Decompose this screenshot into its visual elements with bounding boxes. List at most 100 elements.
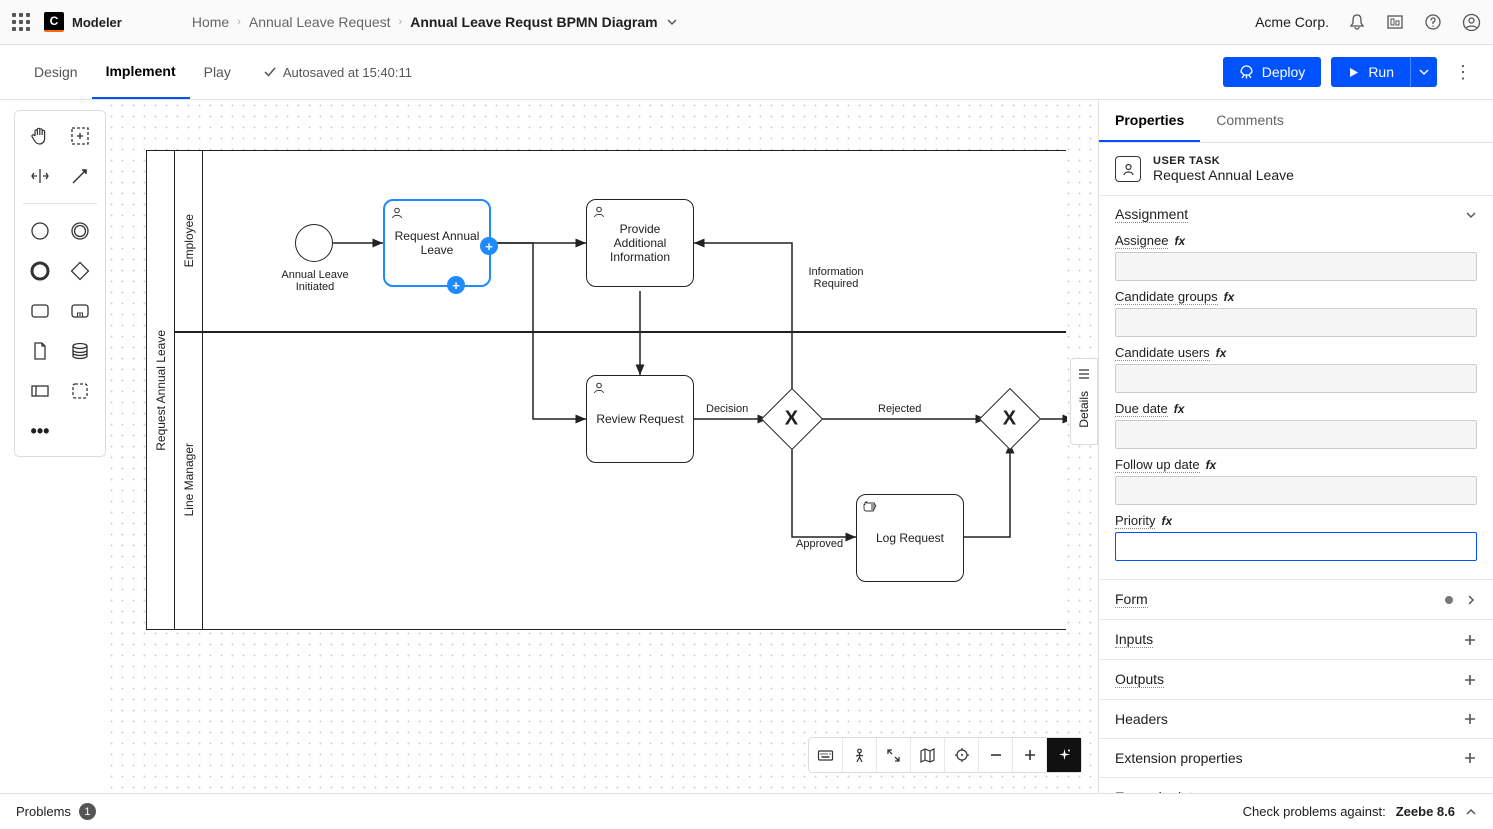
breadcrumb-current[interactable]: Annual Leave Requst BPMN Diagram (410, 14, 657, 30)
section-assignment-header[interactable]: Assignment (1099, 196, 1493, 233)
run-button[interactable]: Run (1331, 57, 1410, 87)
chevron-down-icon[interactable] (666, 16, 678, 28)
keyboard-icon[interactable] (809, 738, 843, 772)
edge-rejected: Rejected (878, 403, 921, 415)
breadcrumb-project[interactable]: Annual Leave Request (249, 14, 391, 30)
data-object-icon[interactable] (23, 334, 57, 368)
group-icon[interactable] (63, 374, 97, 408)
section-inputs[interactable]: Inputs (1099, 619, 1493, 659)
canvas[interactable]: Request Annual Leave Employee Line Manag… (106, 100, 1098, 793)
start-event[interactable] (295, 224, 333, 262)
task-provide-info[interactable]: Provide Additional Information (586, 199, 694, 287)
follow-up-input[interactable] (1115, 476, 1477, 505)
task-review-request[interactable]: Review Request (586, 375, 694, 463)
edge-info-required: Information Required (801, 266, 871, 290)
candidate-users-input[interactable] (1115, 364, 1477, 393)
candidate-groups-input[interactable] (1115, 308, 1477, 337)
append-handle-right[interactable]: + (480, 237, 498, 255)
properties-tab[interactable]: Properties (1099, 100, 1200, 142)
fullscreen-icon[interactable] (877, 738, 911, 772)
engine-version-selector[interactable]: Check problems against: Zeebe 8.6 (1243, 804, 1477, 819)
section-extension[interactable]: Extension properties (1099, 738, 1493, 777)
feedback-icon[interactable] (1385, 12, 1405, 32)
pool-label[interactable]: Request Annual Leave (147, 151, 175, 629)
task-log-request[interactable]: Log Request (856, 494, 964, 582)
section-outputs[interactable]: Outputs (1099, 659, 1493, 699)
problems-count-badge: 1 (79, 803, 96, 820)
plus-icon[interactable] (1463, 633, 1477, 647)
tab-implement[interactable]: Implement (92, 45, 190, 99)
org-name[interactable]: Acme Corp. (1255, 14, 1329, 30)
apps-grid-icon[interactable] (12, 13, 30, 31)
user-task-icon (592, 205, 606, 219)
dot-indicator-icon (1445, 596, 1453, 604)
task-icon[interactable] (23, 294, 57, 328)
zoom-in-icon[interactable] (1013, 738, 1047, 772)
app-name: Modeler (72, 15, 122, 30)
deploy-button[interactable]: Deploy (1223, 57, 1322, 87)
lane-employee[interactable]: Employee (175, 151, 203, 331)
task-request-leave[interactable]: Request Annual Leave + + (383, 199, 491, 287)
element-type-icon (1115, 156, 1141, 182)
comments-tab[interactable]: Comments (1200, 100, 1300, 142)
zoom-out-icon[interactable] (979, 738, 1013, 772)
minimap-icon[interactable] (911, 738, 945, 772)
properties-panel: Properties Comments USER TASK Request An… (1098, 100, 1493, 793)
hand-tool-icon[interactable] (23, 119, 57, 153)
pool-icon[interactable] (23, 374, 57, 408)
fit-viewport-icon[interactable] (945, 738, 979, 772)
tab-design[interactable]: Design (20, 45, 92, 99)
plus-icon[interactable] (1463, 673, 1477, 687)
more-shapes-icon[interactable]: ••• (23, 414, 57, 448)
lane-manager[interactable]: Line Manager (175, 331, 203, 629)
plus-icon[interactable] (1463, 712, 1477, 726)
more-menu-icon[interactable]: ⋮ (1453, 62, 1473, 83)
chevron-down-icon (1465, 791, 1477, 793)
priority-input[interactable] (1115, 532, 1477, 561)
end-event-icon[interactable] (23, 254, 57, 288)
bpmn-diagram: Request Annual Leave Employee Line Manag… (146, 150, 1066, 630)
user-task-icon (592, 381, 606, 395)
user-avatar-icon[interactable] (1461, 12, 1481, 32)
gateway-icon[interactable] (63, 254, 97, 288)
rocket-icon (1239, 65, 1254, 80)
breadcrumb-home[interactable]: Home (192, 14, 229, 30)
due-date-input[interactable] (1115, 420, 1477, 449)
user-task-icon (390, 206, 404, 220)
space-tool-icon[interactable] (23, 159, 57, 193)
element-type-label: USER TASK (1153, 155, 1294, 167)
help-icon[interactable] (1423, 12, 1443, 32)
tab-play[interactable]: Play (190, 45, 245, 99)
intermediate-event-icon[interactable] (63, 214, 97, 248)
ai-assist-icon[interactable] (1047, 738, 1081, 772)
start-event-icon[interactable] (23, 214, 57, 248)
start-event-label: Annual Leave Initiated (275, 269, 355, 293)
edge-decision: Decision (706, 403, 748, 415)
section-headers[interactable]: Headers (1099, 699, 1493, 738)
edge-approved: Approved (796, 538, 843, 550)
chevron-right-icon (1465, 594, 1477, 606)
chevron-down-icon (1419, 67, 1429, 77)
section-form[interactable]: Form (1099, 579, 1493, 619)
brand-logo[interactable]: C (44, 12, 64, 32)
autosave-status: Autosaved at 15:40:11 (263, 65, 412, 80)
manual-task-icon (862, 500, 878, 514)
section-example-data[interactable]: Example data (1099, 777, 1493, 793)
data-store-icon[interactable] (63, 334, 97, 368)
run-dropdown-button[interactable] (1410, 57, 1437, 87)
plus-icon[interactable] (1463, 751, 1477, 765)
element-name: Request Annual Leave (1153, 167, 1294, 183)
assignee-input[interactable] (1115, 252, 1477, 281)
breadcrumb: Home › Annual Leave Request › Annual Lea… (192, 14, 678, 30)
walkthrough-icon[interactable] (843, 738, 877, 772)
connect-tool-icon[interactable] (63, 159, 97, 193)
subprocess-icon[interactable] (63, 294, 97, 328)
play-icon (1347, 66, 1360, 79)
notifications-icon[interactable] (1347, 12, 1367, 32)
gateway-merge[interactable]: X (979, 388, 1041, 450)
gateway-decision[interactable]: X (761, 388, 823, 450)
lasso-tool-icon[interactable] (63, 119, 97, 153)
append-handle-bottom[interactable]: + (447, 276, 465, 294)
details-tab-toggle[interactable]: Details (1070, 358, 1098, 445)
problems-toggle[interactable]: Problems 1 (16, 803, 96, 820)
